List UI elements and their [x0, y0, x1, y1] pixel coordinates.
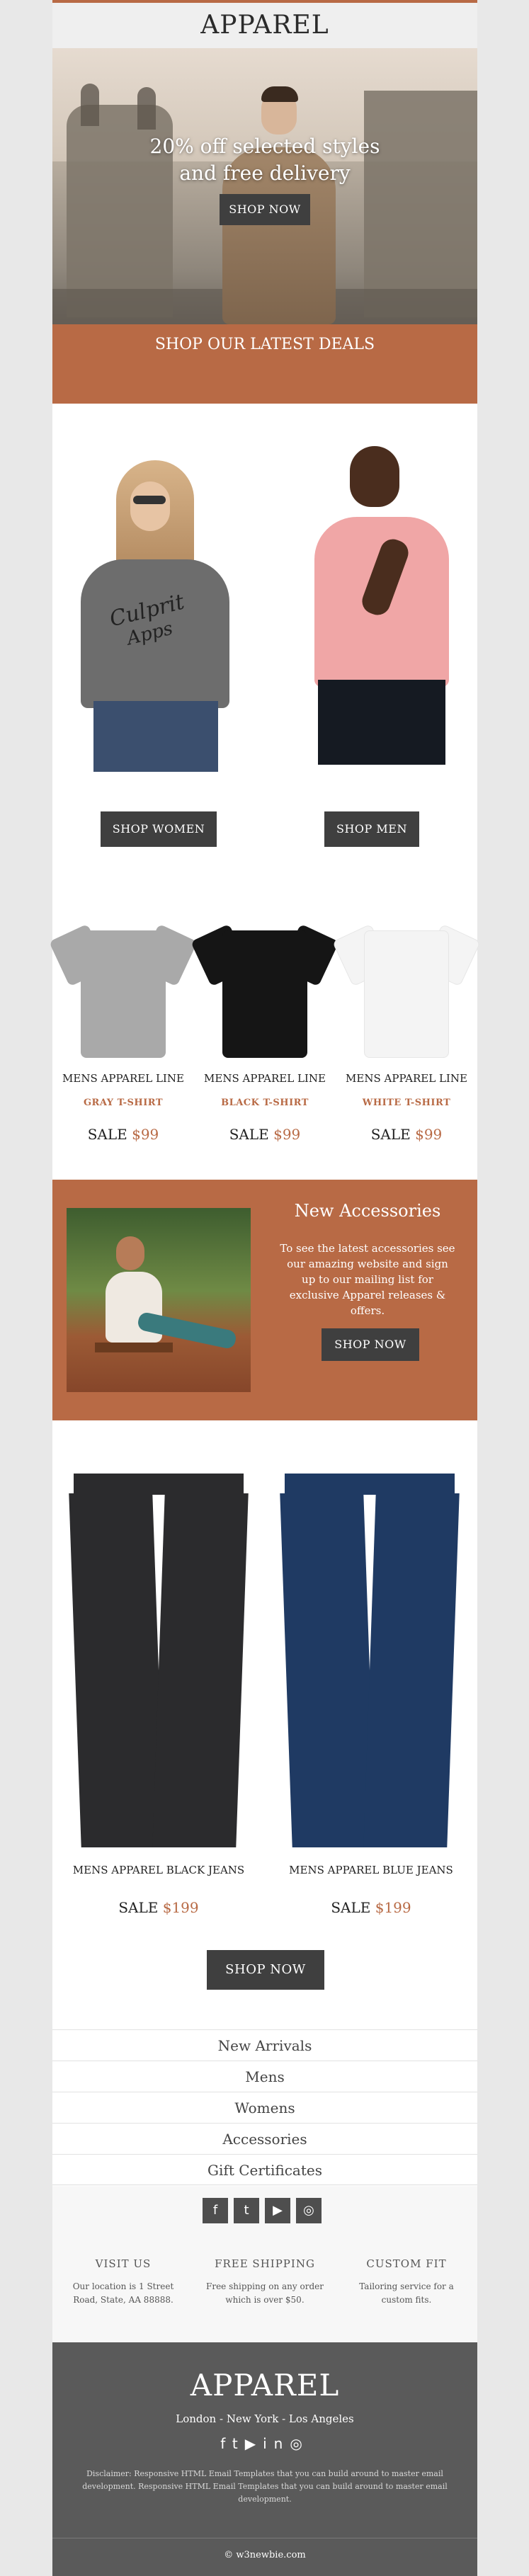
product-variant[interactable]: WHITE T-SHIRT [336, 1098, 477, 1108]
product-price: SALE $199 [118, 1899, 199, 1916]
deals-banner[interactable]: SHOP OUR LATEST DEALS [52, 324, 477, 404]
white-tshirt-image[interactable] [332, 916, 481, 1058]
product-name[interactable]: MENS APPAREL BLACK JEANS [52, 1864, 265, 1876]
nav-link-gift-certificates[interactable]: Gift Certificates [52, 2154, 477, 2185]
footer-brand: APPAREL [190, 2368, 340, 2403]
footer-nav: New Arrivals Mens Womens Accessories Gif… [52, 2029, 477, 2187]
hero-headline: 20% off selected styles [149, 135, 380, 158]
facebook-icon[interactable]: f [203, 2198, 228, 2223]
women-model-image[interactable]: Culprit Apps [59, 446, 244, 828]
brand-header: APPAREL [52, 3, 477, 48]
brand-logo: APPAREL [200, 11, 329, 40]
product-price: SALE $99 [229, 1126, 301, 1143]
footer-cities: London - New York - Los Angeles [176, 2412, 354, 2425]
product-name[interactable]: MENS APPAREL BLUE JEANS [265, 1864, 477, 1876]
accessories-description: To see the latest accessories see our am… [280, 1242, 455, 1317]
email-container: APPAREL 20% off selected styles and free… [49, 0, 481, 2576]
youtube-icon[interactable]: ▶ [245, 2435, 263, 2452]
footer: APPAREL London - New York - Los Angeles … [52, 2342, 477, 2576]
nav-link-womens[interactable]: Womens [52, 2092, 477, 2123]
linkedin-icon[interactable]: in [263, 2435, 290, 2452]
footer-social-icons: ft▶in◎ [52, 2435, 477, 2452]
models-section: Culprit Apps SHOP WOMEN SHOP MEN [52, 404, 477, 857]
product-name: MENS APPAREL LINE [204, 1072, 326, 1085]
footer-disclaimer: Disclaimer: Responsive HTML Email Templa… [82, 2469, 448, 2504]
twitter-icon[interactable]: t [232, 2435, 245, 2452]
jeans-products: MENS APPAREL BLACK JEANS MENS APPAREL BL… [52, 1420, 477, 2029]
info-free-shipping: FREE SHIPPING Free shipping on any order… [206, 2257, 324, 2305]
shop-women-button[interactable]: SHOP WOMEN [101, 811, 217, 847]
instagram-icon[interactable]: ◎ [290, 2435, 309, 2452]
footer-copyright[interactable]: © w3newbie.com [52, 2538, 477, 2560]
tshirt-products: MENS APPAREL LINE MENS APPAREL LINE MENS… [49, 916, 481, 1178]
hero-banner[interactable]: 20% off selected styles and free deliver… [52, 48, 477, 324]
product-name: MENS APPAREL LINE [346, 1072, 467, 1085]
info-visit-us: VISIT US Our location is 1 Street Road, … [72, 2257, 174, 2305]
info-section: f t ▶ ◎ VISIT US Our location is 1 Stree… [52, 2187, 477, 2342]
twitter-icon[interactable]: t [234, 2198, 259, 2223]
nav-link-mens[interactable]: Mens [52, 2061, 477, 2092]
jeans-shop-now-button[interactable]: SHOP NOW [207, 1950, 324, 1990]
product-price: SALE $99 [370, 1126, 443, 1143]
facebook-icon[interactable]: f [220, 2435, 232, 2452]
shop-men-button[interactable]: SHOP MEN [324, 811, 419, 847]
nav-link-new-arrivals[interactable]: New Arrivals [52, 2029, 477, 2061]
hero-subheadline: and free delivery [179, 161, 351, 185]
instagram-icon[interactable]: ◎ [296, 2198, 322, 2223]
gray-tshirt-image[interactable] [49, 916, 198, 1058]
hero-shop-now-button[interactable]: SHOP NOW [220, 194, 310, 225]
black-jeans-image[interactable] [67, 1474, 251, 1849]
accessories-shop-now-button[interactable]: SHOP NOW [322, 1328, 419, 1361]
nav-link-accessories[interactable]: Accessories [52, 2123, 477, 2154]
product-name: MENS APPAREL LINE [62, 1072, 184, 1085]
product-price: SALE $99 [87, 1126, 159, 1143]
info-custom-fit: CUSTOM FIT Tailoring service for a custo… [359, 2257, 454, 2305]
product-variant[interactable]: GRAY T-SHIRT [52, 1098, 194, 1108]
black-tshirt-image[interactable] [190, 916, 339, 1058]
blue-jeans-image[interactable] [278, 1474, 462, 1849]
accessories-section: New Accessories To see the latest access… [52, 1180, 477, 1420]
accessories-image[interactable] [67, 1208, 251, 1392]
deals-title: SHOP OUR LATEST DEALS [154, 336, 375, 353]
accessories-title: New Accessories [294, 1201, 441, 1221]
men-model-image[interactable] [279, 439, 463, 821]
product-variant[interactable]: BLACK T-SHIRT [194, 1098, 336, 1108]
youtube-icon[interactable]: ▶ [265, 2198, 290, 2223]
product-price: SALE $199 [331, 1899, 411, 1916]
